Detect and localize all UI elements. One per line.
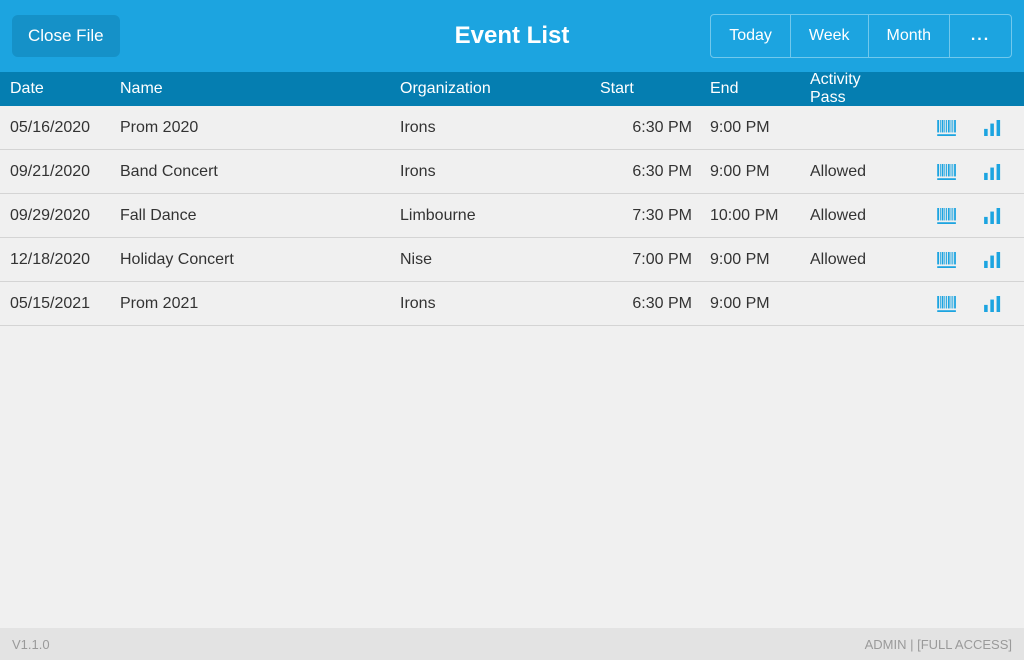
- event-rows: 05/16/2020Prom 2020Irons6:30 PM9:00 PM09…: [0, 106, 1024, 628]
- bar-chart-icon[interactable]: [982, 293, 1004, 315]
- cell-date: 09/29/2020: [10, 207, 120, 225]
- col-date[interactable]: Date: [10, 80, 120, 98]
- table-row[interactable]: 09/21/2020Band ConcertIrons6:30 PM9:00 P…: [0, 150, 1024, 194]
- close-file-button[interactable]: Close File: [12, 15, 120, 57]
- cell-actions: [900, 249, 1014, 271]
- cell-start: 7:30 PM: [600, 207, 710, 225]
- cell-actions: [900, 205, 1014, 227]
- seg-today-button[interactable]: Today: [710, 14, 791, 58]
- table-row[interactable]: 05/15/2021Prom 2021Irons6:30 PM9:00 PM: [0, 282, 1024, 326]
- access-label: ADMIN | [FULL ACCESS]: [865, 637, 1012, 652]
- bar-chart-icon[interactable]: [982, 161, 1004, 183]
- cell-name: Holiday Concert: [120, 251, 400, 269]
- cell-org: Irons: [400, 163, 600, 181]
- barcode-icon[interactable]: [936, 161, 958, 183]
- table-row[interactable]: 12/18/2020Holiday ConcertNise7:00 PM9:00…: [0, 238, 1024, 282]
- cell-date: 05/15/2021: [10, 295, 120, 313]
- barcode-icon[interactable]: [936, 293, 958, 315]
- cell-end: 9:00 PM: [710, 163, 810, 181]
- bar-chart-icon[interactable]: [982, 205, 1004, 227]
- cell-name: Prom 2020: [120, 119, 400, 137]
- app-root: Close File Event List Today Week Month .…: [0, 0, 1024, 660]
- cell-end: 9:00 PM: [710, 119, 810, 137]
- cell-org: Irons: [400, 295, 600, 313]
- col-org[interactable]: Organization: [400, 80, 600, 98]
- col-pass[interactable]: Activity Pass: [810, 71, 900, 107]
- cell-name: Band Concert: [120, 163, 400, 181]
- table-row[interactable]: 05/16/2020Prom 2020Irons6:30 PM9:00 PM: [0, 106, 1024, 150]
- cell-org: Nise: [400, 251, 600, 269]
- seg-month-button[interactable]: Month: [869, 14, 950, 58]
- table-row[interactable]: 09/29/2020Fall DanceLimbourne7:30 PM10:0…: [0, 194, 1024, 238]
- cell-pass: Allowed: [810, 163, 900, 181]
- cell-pass: Allowed: [810, 207, 900, 225]
- col-end[interactable]: End: [710, 80, 810, 98]
- cell-actions: [900, 161, 1014, 183]
- cell-start: 6:30 PM: [600, 295, 710, 313]
- cell-end: 9:00 PM: [710, 295, 810, 313]
- cell-end: 10:00 PM: [710, 207, 810, 225]
- cell-name: Prom 2021: [120, 295, 400, 313]
- cell-start: 6:30 PM: [600, 163, 710, 181]
- cell-start: 7:00 PM: [600, 251, 710, 269]
- cell-org: Limbourne: [400, 207, 600, 225]
- barcode-icon[interactable]: [936, 117, 958, 139]
- col-name[interactable]: Name: [120, 80, 400, 98]
- header-bar: Close File Event List Today Week Month .…: [0, 0, 1024, 72]
- cell-pass: Allowed: [810, 251, 900, 269]
- cell-name: Fall Dance: [120, 207, 400, 225]
- bar-chart-icon[interactable]: [982, 249, 1004, 271]
- seg-more-button[interactable]: ...: [950, 14, 1012, 58]
- seg-week-button[interactable]: Week: [791, 14, 869, 58]
- cell-date: 09/21/2020: [10, 163, 120, 181]
- cell-date: 05/16/2020: [10, 119, 120, 137]
- cell-date: 12/18/2020: [10, 251, 120, 269]
- barcode-icon[interactable]: [936, 205, 958, 227]
- cell-org: Irons: [400, 119, 600, 137]
- footer-bar: V1.1.0 ADMIN | [FULL ACCESS]: [0, 628, 1024, 660]
- col-start[interactable]: Start: [600, 80, 710, 98]
- cell-end: 9:00 PM: [710, 251, 810, 269]
- column-headers: Date Name Organization Start End Activit…: [0, 72, 1024, 106]
- cell-actions: [900, 117, 1014, 139]
- cell-actions: [900, 293, 1014, 315]
- bar-chart-icon[interactable]: [982, 117, 1004, 139]
- version-label: V1.1.0: [12, 637, 50, 652]
- cell-start: 6:30 PM: [600, 119, 710, 137]
- barcode-icon[interactable]: [936, 249, 958, 271]
- date-range-segmented: Today Week Month ...: [710, 14, 1012, 58]
